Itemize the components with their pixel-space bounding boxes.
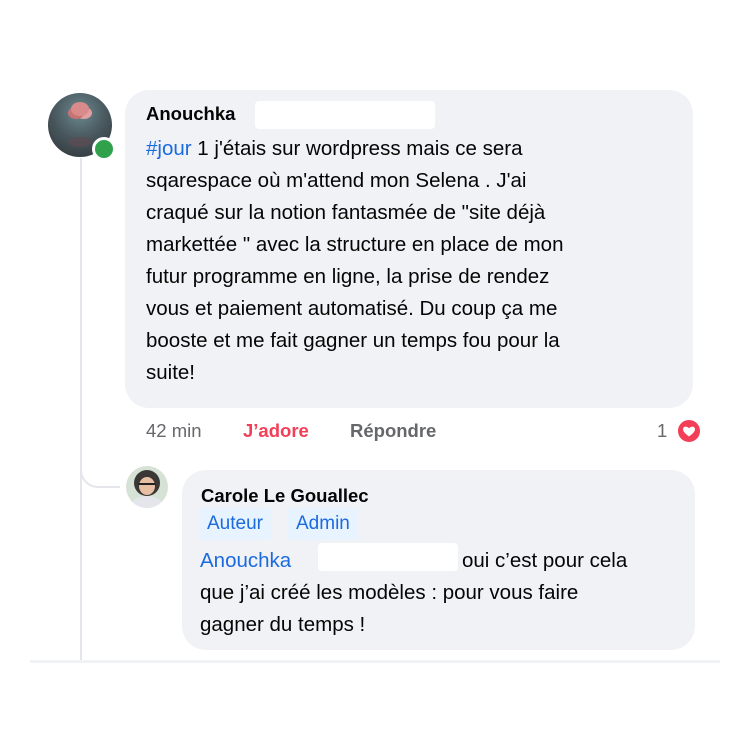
- redacted-name: [255, 101, 435, 129]
- comment-line-8: suite!: [146, 361, 195, 384]
- reaction-count[interactable]: 1: [657, 420, 667, 442]
- heart-reaction-icon[interactable]: [676, 418, 702, 444]
- comment-line-2: sqarespace où m'attend mon Selena . J'ai: [146, 169, 527, 192]
- comment-line-6: vous et paiement automatisé. Du coup ça …: [146, 297, 558, 320]
- comment-text: #jour 1 j'étais sur wordpress mais ce se…: [146, 133, 686, 389]
- avatar-reflection: [68, 137, 92, 147]
- author-badge: Auteur: [199, 508, 271, 540]
- divider: [30, 660, 720, 663]
- comment-line-5: futur programme en ligne, la prise de re…: [146, 265, 550, 288]
- avatar-shirt: [132, 496, 162, 508]
- comment-line-1: 1 j'étais sur wordpress mais ce sera: [191, 137, 523, 160]
- reply-connector: [80, 430, 120, 488]
- like-button[interactable]: J’adore: [243, 420, 309, 442]
- redacted-name: [318, 543, 458, 571]
- comment-timestamp[interactable]: 42 min: [146, 420, 202, 442]
- comment-line-4: markettée " avec la structure en place d…: [146, 233, 564, 256]
- reply-line-1: oui c’est pour cela: [462, 549, 628, 572]
- avatar-flower: [71, 102, 89, 116]
- comment-line-7: booste et me fait gagner un temps fou po…: [146, 329, 560, 352]
- mention-link[interactable]: Anouchka: [200, 545, 291, 577]
- online-status-icon: [92, 137, 116, 161]
- admin-badge: Admin: [288, 508, 358, 540]
- avatar[interactable]: [126, 466, 168, 508]
- hashtag-link[interactable]: #jour: [146, 137, 192, 160]
- reply-author[interactable]: Carole Le Gouallec: [201, 485, 369, 507]
- comment-author[interactable]: Anouchka: [146, 103, 235, 125]
- thread-line: [80, 158, 82, 660]
- reply-line-2: que j’ai créé les modèles : pour vous fa…: [200, 581, 579, 604]
- comment-line-3: craqué sur la notion fantasmée de "site …: [146, 201, 546, 224]
- avatar-glasses: [138, 483, 156, 489]
- reply-button[interactable]: Répondre: [350, 420, 436, 442]
- reply-line-3: gagner du temps !: [200, 613, 366, 636]
